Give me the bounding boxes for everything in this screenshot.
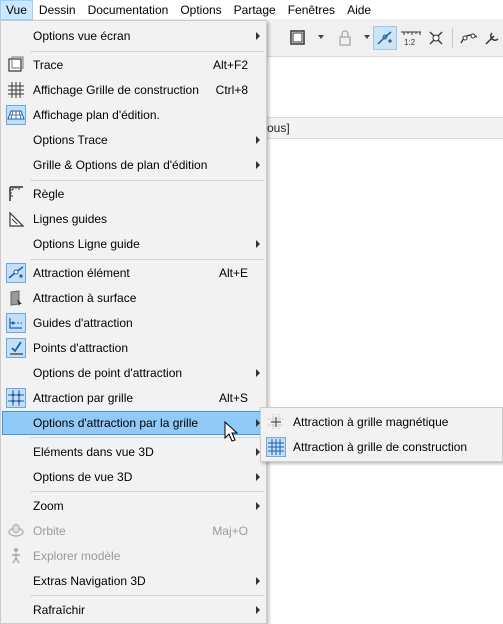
menu-item-lignes-guides[interactable]: Lignes guides: [2, 207, 266, 231]
menu-item-affichage-plan-edition[interactable]: Affichage plan d'édition.: [2, 103, 266, 127]
lock-icon[interactable]: [333, 26, 357, 50]
submenu-item-grille-magnetique[interactable]: Attraction à grille magnétique: [262, 410, 502, 434]
submenu-arrow-icon: [256, 502, 260, 510]
menu-item-points-attraction[interactable]: Points d'attraction: [2, 336, 266, 360]
mouse-cursor-icon: [224, 421, 240, 443]
submenu-arrow-icon: [256, 32, 260, 40]
svg-text:1:2: 1:2: [404, 38, 416, 47]
edit-plane-icon: [6, 105, 26, 125]
ruler-icon: [6, 184, 26, 204]
submenu-arrow-icon: [256, 606, 260, 614]
menu-documentation[interactable]: Documentation: [82, 0, 175, 20]
box-icon[interactable]: [286, 26, 310, 50]
submenu-arrow-icon: [256, 161, 260, 169]
guide-lines-icon: [6, 209, 26, 229]
menu-separator: [30, 595, 264, 596]
menu-fenetres[interactable]: Fenêtres: [282, 0, 341, 20]
menu-item-grille-options-plan[interactable]: Grille & Options de plan d'édition: [2, 153, 266, 177]
magnet-snap-icon[interactable]: [373, 26, 397, 50]
dropdown-arrow-icon[interactable]: [364, 35, 370, 39]
menu-separator: [30, 491, 264, 492]
element-snap-icon: [6, 263, 26, 283]
menu-separator: [30, 259, 264, 260]
submenu-arrow-icon: [256, 473, 260, 481]
menu-item-options-vue-3d[interactable]: Options de vue 3D: [2, 465, 266, 489]
menu-item-options-trace[interactable]: Options Trace: [2, 128, 266, 152]
menu-item-options-ligne-guide[interactable]: Options Ligne guide: [2, 232, 266, 256]
submenu-arrow-icon: [256, 577, 260, 585]
menu-item-orbite[interactable]: Orbite Maj+O: [2, 519, 266, 543]
snap-guides-icon: [6, 313, 26, 333]
submenu-arrow-icon: [256, 136, 260, 144]
surface-snap-icon: [6, 288, 26, 308]
menu-item-regle[interactable]: Règle: [2, 182, 266, 206]
menu-item-options-point-attraction[interactable]: Options de point d'attraction: [2, 361, 266, 385]
menu-item-elements-vue-3d[interactable]: Eléments dans vue 3D: [2, 440, 266, 464]
grid-icon: [6, 80, 26, 100]
construction-grid-icon: [266, 437, 286, 457]
menu-item-attraction-element[interactable]: Attraction élément Alt+E: [2, 261, 266, 285]
menu-dessin[interactable]: Dessin: [33, 0, 82, 20]
trace-icon: [6, 55, 26, 75]
menu-item-guides-attraction[interactable]: Guides d'attraction: [2, 311, 266, 335]
walk-icon: [6, 546, 26, 566]
menu-partage[interactable]: Partage: [228, 0, 282, 20]
submenu-arrow-icon: [256, 369, 260, 377]
menu-options[interactable]: Options: [174, 0, 227, 20]
menu-item-explorer-modele[interactable]: Explorer modèle: [2, 544, 266, 568]
curve-icon[interactable]: [457, 26, 481, 50]
toolbar-separator: [452, 28, 453, 48]
menu-item-extras-navigation-3d[interactable]: Extras Navigation 3D: [2, 569, 266, 593]
menu-vue[interactable]: Vue: [0, 0, 33, 20]
menu-item-attraction-surface[interactable]: Attraction à surface: [2, 286, 266, 310]
orbit-icon: [6, 521, 26, 541]
vue-dropdown-menu: Options vue écran Trace Alt+F2 Affichage…: [0, 20, 267, 624]
tool-icon[interactable]: [481, 26, 503, 50]
magnetic-grid-icon: [266, 412, 286, 432]
menu-item-attraction-par-grille[interactable]: Attraction par grille Alt+S: [2, 386, 266, 410]
ruler-scale-icon[interactable]: 1:2: [399, 26, 423, 50]
menu-item-rafraichir[interactable]: Rafraîchir: [2, 598, 266, 622]
submenu-arrow-icon: [256, 240, 260, 248]
menu-item-zoom[interactable]: Zoom: [2, 494, 266, 518]
submenu-item-grille-construction[interactable]: Attraction à grille de construction: [262, 435, 502, 459]
menu-item-affichage-grille-construction[interactable]: Affichage Grille de construction Ctrl+8: [2, 78, 266, 102]
snap-points-icon: [6, 338, 26, 358]
menu-item-options-vue-ecran[interactable]: Options vue écran: [2, 24, 266, 48]
dropdown-arrow-icon[interactable]: [318, 35, 324, 39]
grid-snap-icon: [6, 388, 26, 408]
menu-separator: [30, 180, 264, 181]
list-header-text: ous]: [267, 121, 290, 135]
menu-aide[interactable]: Aide: [341, 0, 377, 20]
menu-separator: [30, 51, 264, 52]
menu-item-trace[interactable]: Trace Alt+F2: [2, 53, 266, 77]
menu-bar: Vue Dessin Documentation Options Partage…: [0, 0, 503, 20]
grid-snap-options-submenu: Attraction à grille magnétique Attractio…: [260, 407, 503, 462]
snap-points-icon[interactable]: [424, 26, 448, 50]
